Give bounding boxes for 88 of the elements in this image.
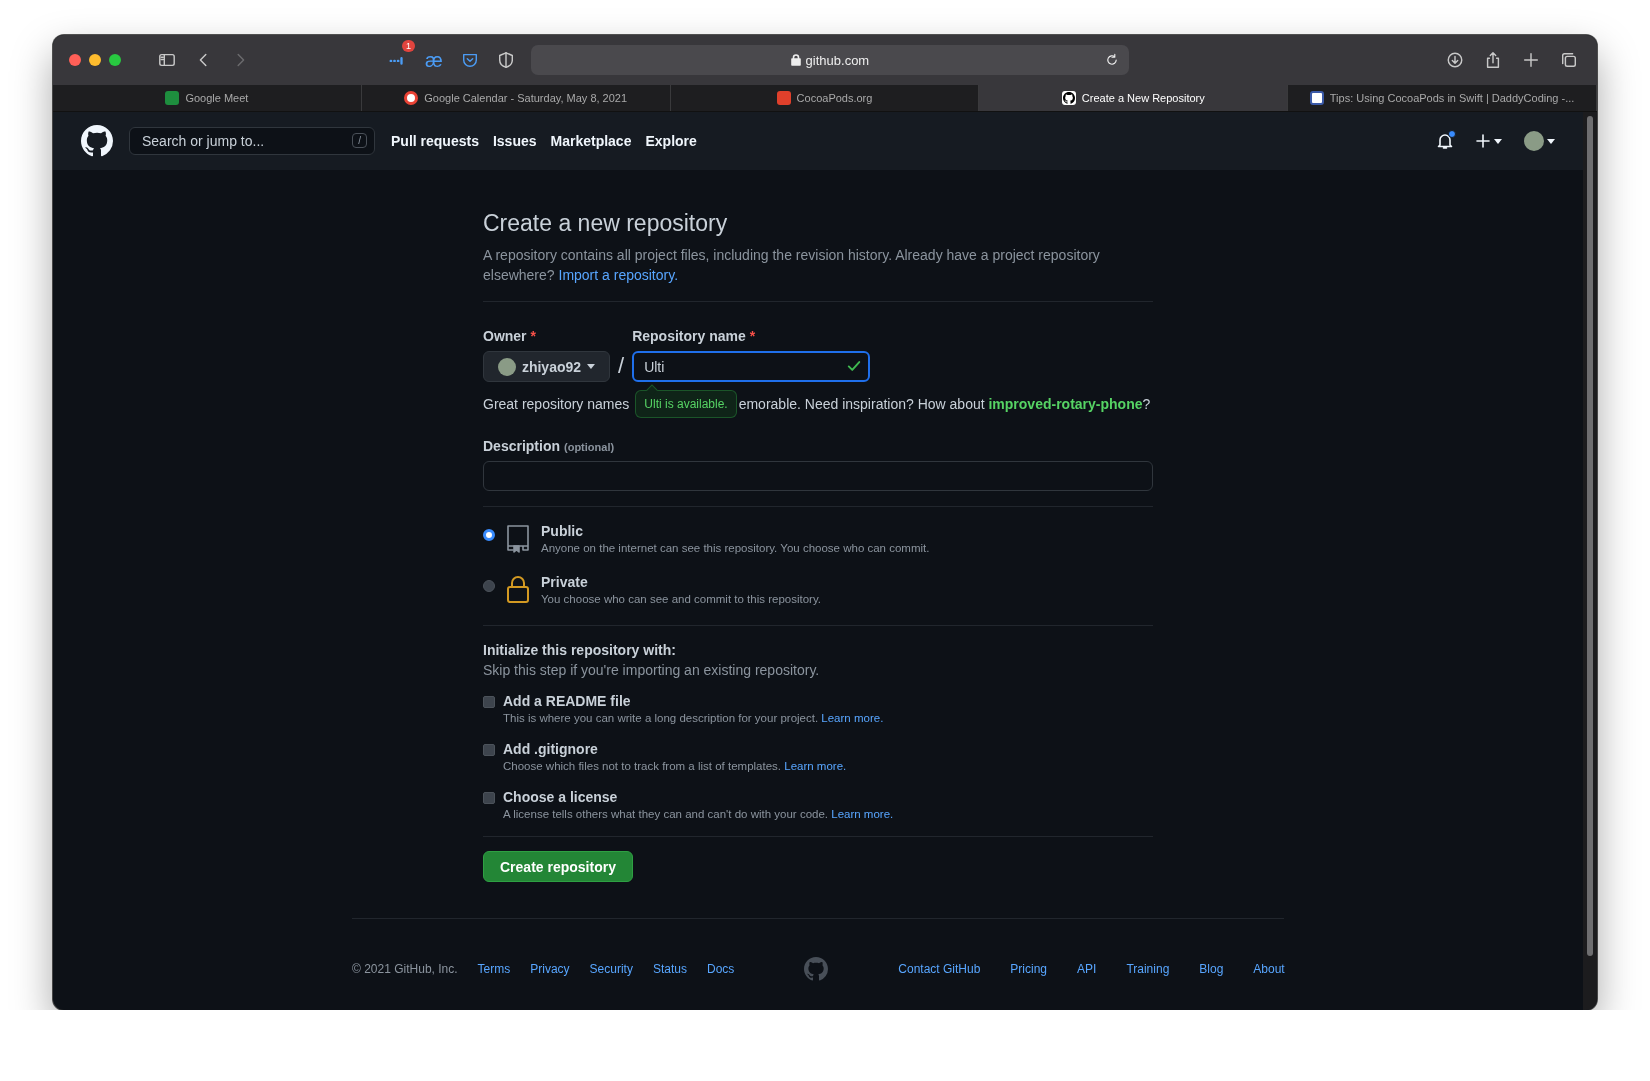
option-description: This is where you can write a long description for your project. Learn more. xyxy=(503,712,884,724)
address-text: github.com xyxy=(805,52,870,68)
repository-name-field[interactable]: Ulti xyxy=(632,351,871,382)
notifications-button[interactable] xyxy=(1437,133,1453,149)
footer-link[interactable]: Status xyxy=(652,962,687,976)
radio-button[interactable] xyxy=(483,580,495,592)
bell-icon xyxy=(1437,133,1453,149)
zoom-button[interactable] xyxy=(109,54,121,66)
option-description: Choose which files not to track from a list of templates. Learn more. xyxy=(503,760,847,772)
footer-link[interactable]: Training xyxy=(1126,962,1170,976)
option-title: Public xyxy=(541,523,584,539)
description-field[interactable] xyxy=(483,461,1153,491)
sidebar-icon xyxy=(157,51,177,69)
checkbox[interactable] xyxy=(483,792,495,804)
scroll-thumb[interactable] xyxy=(1587,116,1593,956)
intro-text: A repository contains all project files, including the revision history. Already have a project repository elsewhere? Import a repository. xyxy=(483,246,1101,285)
minimize-button[interactable] xyxy=(89,54,101,66)
profile-menu-button[interactable] xyxy=(1524,131,1555,151)
option-title: Private xyxy=(541,574,589,590)
shield-icon xyxy=(496,51,515,69)
book-icon xyxy=(505,523,531,553)
footer-link[interactable]: Privacy xyxy=(530,962,570,976)
github-logo-icon xyxy=(804,957,829,981)
scrollbar[interactable] xyxy=(1583,112,1597,1010)
lock-icon xyxy=(505,574,531,604)
description-label: Description xyxy=(483,438,560,454)
option-description: A license tells others what they can and can't do with your code. Learn more. xyxy=(503,808,894,820)
plus-icon xyxy=(1475,133,1491,149)
browser-tab[interactable]: Tips: Using CocoaPods in Swift | DaddyCoding -... xyxy=(1288,85,1597,111)
repository-name-label: Repository name * xyxy=(632,328,757,344)
caret-icon xyxy=(1494,138,1502,144)
footer-link[interactable]: Terms xyxy=(477,962,511,976)
footer-link[interactable]: Docs xyxy=(706,962,735,976)
reload-icon xyxy=(1105,53,1119,67)
section-heading: Initialize this repository with: xyxy=(483,642,677,658)
learn-more-link[interactable]: Learn more. xyxy=(831,808,894,820)
github-logo-icon xyxy=(1062,92,1075,104)
tabs-icon xyxy=(1559,51,1579,69)
check-icon xyxy=(847,359,862,373)
footer-link[interactable]: Contact GitHub xyxy=(898,962,981,976)
browser-tab[interactable]: Google Calendar - Saturday, May 8, 2021 xyxy=(361,85,671,111)
footer-link[interactable]: About xyxy=(1253,962,1285,976)
footer-link[interactable]: Pricing xyxy=(1010,962,1048,976)
create-menu-button[interactable] xyxy=(1475,133,1502,149)
learn-more-link[interactable]: Learn more. xyxy=(821,712,884,724)
hint-text: emorable. Need inspiration? How about improved-rotary-phone? xyxy=(738,396,1151,412)
option-title: Choose a license xyxy=(503,789,619,805)
plus-icon xyxy=(1521,51,1541,69)
owner-label: Owner * xyxy=(483,328,538,344)
nav-link[interactable]: Pull requests xyxy=(391,133,479,149)
option-title: Add a README file xyxy=(503,693,632,709)
nav-link[interactable]: Explore xyxy=(645,133,697,149)
caret-icon xyxy=(1547,138,1555,144)
browser-tab[interactable]: Create a New Repository xyxy=(979,85,1289,111)
create-repository-button[interactable]: Create repository xyxy=(483,851,633,882)
checkbox[interactable] xyxy=(483,696,495,708)
owner-dropdown[interactable]: zhiyao92 xyxy=(483,351,610,382)
radio-button[interactable] xyxy=(483,529,495,541)
page-title: Create a new repository xyxy=(483,210,729,237)
address-bar[interactable]: github.com xyxy=(530,45,1129,75)
hint-text: Great repository names xyxy=(483,396,630,412)
learn-more-link[interactable]: Learn more. xyxy=(784,760,847,772)
option-title: Add .gitignore xyxy=(503,741,599,757)
avatar-icon xyxy=(1524,131,1544,151)
close-button[interactable] xyxy=(69,54,81,66)
import-link[interactable]: Import a repository. xyxy=(558,267,679,283)
notification-badge: 1 xyxy=(402,40,415,52)
footer-link[interactable]: Security xyxy=(589,962,633,976)
checkbox[interactable] xyxy=(483,744,495,756)
shortcut-key: / xyxy=(352,133,367,148)
optional-note: (optional) xyxy=(564,441,615,453)
nav-link[interactable]: Issues xyxy=(492,133,537,149)
caret-icon xyxy=(587,364,595,369)
lock-icon xyxy=(790,54,801,66)
browser-tab[interactable]: Google Meet xyxy=(53,85,362,111)
section-description: Skip this step if you're importing an existing repository. xyxy=(483,661,821,680)
nav-link[interactable]: Marketplace xyxy=(550,133,632,149)
separator-slash: / xyxy=(618,353,625,380)
avatar-icon xyxy=(498,357,516,376)
footer-link[interactable]: API xyxy=(1077,962,1097,976)
footer-link[interactable]: Blog xyxy=(1199,962,1224,976)
github-logo-icon xyxy=(81,125,113,157)
option-description: You choose who can see and commit to this repository. xyxy=(541,593,821,605)
pocket-icon xyxy=(460,51,479,69)
download-icon xyxy=(1445,51,1465,69)
copyright-text: © 2021 GitHub, Inc. xyxy=(352,962,458,976)
extension-button[interactable]: æ xyxy=(423,46,445,74)
option-description: Anyone on the internet can see this repository. You choose who can commit. xyxy=(541,542,930,554)
